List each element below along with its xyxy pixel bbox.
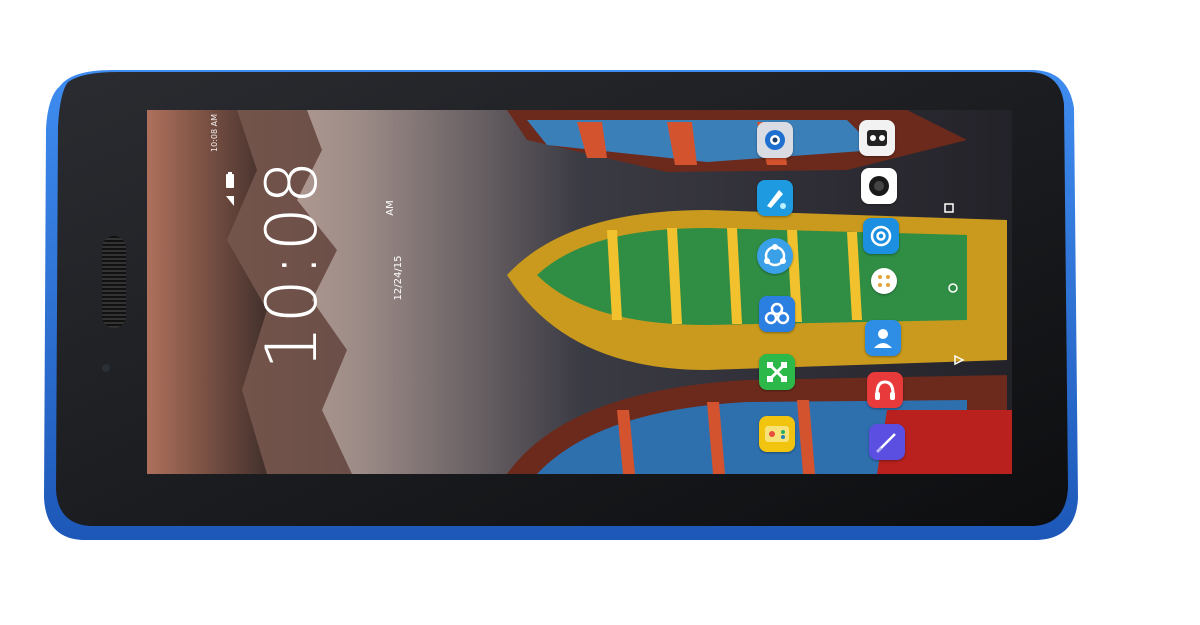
back-button[interactable]: [953, 354, 965, 366]
shareit-icon: [767, 362, 787, 382]
status-bar-time: 10:08 AM: [210, 114, 219, 152]
home-icon: [948, 283, 958, 293]
battery-icon: [226, 172, 234, 206]
back-icon: [954, 354, 965, 366]
sync-app[interactable]: [757, 238, 793, 274]
tablet-device: 10:08 AM 10:08 AM 12/24/15: [42, 68, 1080, 543]
music-icon: [875, 380, 895, 400]
app-drawer-icon: [878, 275, 890, 287]
shareit-app[interactable]: [759, 354, 795, 390]
contacts-icon: [874, 329, 892, 348]
paint-app[interactable]: [757, 180, 793, 216]
paint-icon: [767, 190, 786, 209]
photo-icon: [867, 130, 887, 146]
lock-clock-ampm: AM: [385, 200, 396, 216]
lock-clock-date: 12/24/15: [393, 255, 404, 301]
email-app[interactable]: [863, 218, 899, 254]
cloud-share-app[interactable]: [759, 296, 795, 332]
camera-app[interactable]: [861, 168, 897, 204]
recents-icon: [944, 203, 954, 213]
home-button[interactable]: [947, 282, 959, 294]
camera-lens-icon: [765, 130, 785, 150]
front-camera: [102, 364, 110, 372]
status-icons: [225, 172, 235, 212]
music-app[interactable]: [867, 372, 903, 408]
app-drawer-button[interactable]: [871, 268, 897, 294]
cloud-share-icon: [764, 302, 790, 325]
notes-icon: [875, 433, 896, 454]
notes-app[interactable]: [869, 424, 905, 460]
lock-clock-time: 10:08: [251, 158, 333, 370]
signal-icon: [226, 196, 234, 206]
sync-icon: [764, 244, 786, 267]
camera-app-icon: [869, 176, 889, 196]
at-email-icon: [870, 225, 892, 247]
game-center-icon: [765, 426, 789, 442]
contacts-app[interactable]: [865, 320, 901, 356]
camera-lens-app[interactable]: [757, 122, 793, 158]
photo-app[interactable]: [859, 120, 895, 156]
game-center-app[interactable]: [759, 416, 795, 452]
recents-button[interactable]: [943, 202, 955, 214]
speaker-grille: [102, 236, 126, 328]
screen[interactable]: 10:08 AM 10:08 AM 12/24/15: [147, 110, 1012, 474]
